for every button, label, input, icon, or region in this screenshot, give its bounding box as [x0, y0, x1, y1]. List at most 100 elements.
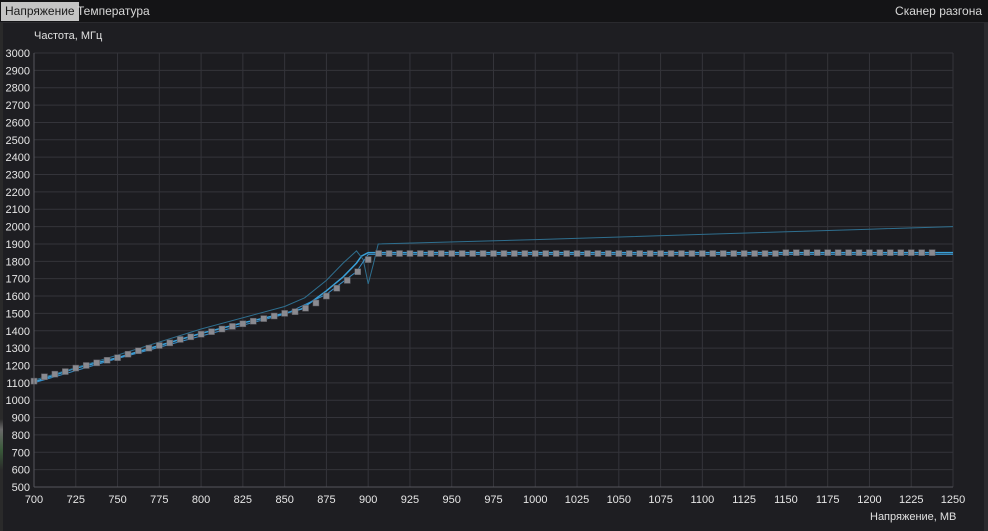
vf-point: [699, 250, 706, 257]
y-tick-label: 1000: [6, 395, 30, 407]
vf-point: [866, 249, 873, 256]
vf-point: [187, 333, 194, 341]
x-tick-label: 900: [359, 494, 377, 506]
x-tick-label: 975: [484, 494, 502, 506]
x-tick-label: 1075: [648, 494, 672, 506]
x-tick-label: 1225: [899, 494, 923, 506]
vf-point: [855, 249, 863, 256]
vf-point: [897, 249, 905, 256]
x-tick-label: 1100: [691, 494, 715, 506]
x-tick-label: 925: [401, 494, 419, 506]
vf-point: [594, 250, 602, 257]
x-tick-label: 1025: [565, 494, 589, 506]
vf-point: [740, 250, 748, 257]
vf-point: [124, 350, 132, 358]
vf-point: [364, 256, 372, 263]
vf-point: [438, 250, 445, 257]
vf-point: [678, 250, 685, 257]
y-tick-label: 500: [12, 482, 30, 494]
y-tick-label: 1600: [6, 291, 30, 303]
vf-point: [417, 250, 424, 257]
vf-point: [552, 250, 560, 257]
vf-point: [824, 249, 831, 256]
vf-point: [114, 354, 121, 361]
vf-point: [584, 250, 591, 257]
x-tick-label: 825: [234, 494, 252, 506]
vf-point: [563, 250, 570, 257]
vf-point: [845, 249, 852, 256]
y-tick-label: 1200: [6, 360, 30, 372]
vf-point: [291, 308, 299, 315]
voltage-frequency-chart[interactable]: 500 600 700 800 900 1000 1100 1200 1300 1400 1500 1…: [0, 0, 988, 531]
vf-point: [479, 250, 487, 257]
y-tick-label: 1400: [6, 326, 30, 338]
x-tick-label: 1150: [774, 494, 798, 506]
vf-point: [532, 250, 539, 257]
y-tick-label: 2600: [6, 117, 30, 129]
vf-point: [239, 320, 247, 328]
vf-point: [542, 250, 549, 257]
vf-point: [250, 317, 257, 325]
vf-point: [41, 373, 48, 381]
vf-point: [135, 347, 142, 354]
vf-point: [751, 250, 758, 257]
y-tick-label: 2200: [6, 187, 30, 199]
vf-point: [709, 250, 717, 257]
x-axis-title: Напряжение, МВ: [870, 511, 957, 523]
x-tick-label: 775: [150, 494, 168, 506]
vf-point: [646, 250, 654, 257]
vf-point: [667, 250, 675, 257]
y-tick-label: 2000: [6, 222, 30, 234]
vf-point: [406, 250, 414, 257]
x-tick-label: 700: [25, 494, 43, 506]
y-tick-label: 2300: [6, 170, 30, 182]
vf-point: [281, 310, 288, 317]
vf-point: [657, 250, 664, 257]
x-tick-label: 750: [108, 494, 126, 506]
y-axis-title: Частота, МГц: [34, 30, 103, 42]
vf-point: [344, 277, 351, 284]
vf-point: [500, 250, 508, 257]
y-tick-label: 1900: [6, 239, 30, 251]
vf-point: [103, 357, 111, 364]
y-tick-label: 2800: [6, 83, 30, 95]
y-tick-label: 2100: [6, 204, 30, 216]
vf-point: [208, 328, 215, 335]
vf-point: [688, 250, 696, 257]
x-tick-label: 1050: [607, 494, 631, 506]
vf-point: [156, 342, 163, 349]
vf-point: [396, 250, 403, 257]
y-tick-label: 2700: [6, 100, 30, 112]
x-tick-label: 725: [67, 494, 85, 506]
vf-point: [260, 315, 267, 322]
vf-point: [469, 250, 476, 257]
vf-point: [302, 304, 309, 312]
vf-point: [720, 250, 727, 257]
vf-point: [448, 250, 455, 257]
x-tick-label: 850: [275, 494, 293, 506]
vf-point: [51, 370, 59, 378]
y-tick-label: 2900: [6, 65, 30, 77]
vf-point: [427, 250, 435, 257]
x-tick-label: 1125: [732, 494, 756, 506]
vf-point: [166, 339, 174, 347]
vf-point: [197, 330, 205, 338]
vf-point: [803, 249, 811, 256]
y-tick-label: 3000: [6, 48, 30, 60]
vf-point: [918, 249, 925, 256]
vf-point: [218, 325, 226, 333]
vf-point: [72, 364, 80, 372]
y-tick-label: 600: [12, 465, 30, 477]
y-tick-label: 800: [12, 430, 30, 442]
vf-point: [312, 299, 320, 307]
vf-point: [834, 249, 842, 256]
y-tick-label: 700: [12, 447, 30, 459]
y-tick-label: 2400: [6, 152, 30, 164]
vf-point: [323, 292, 330, 300]
vf-point: [333, 284, 341, 292]
vf-point: [782, 249, 790, 256]
vf-point: [385, 250, 393, 257]
vf-point: [458, 250, 466, 257]
vf-point: [62, 368, 69, 375]
x-tick-label: 800: [192, 494, 210, 506]
